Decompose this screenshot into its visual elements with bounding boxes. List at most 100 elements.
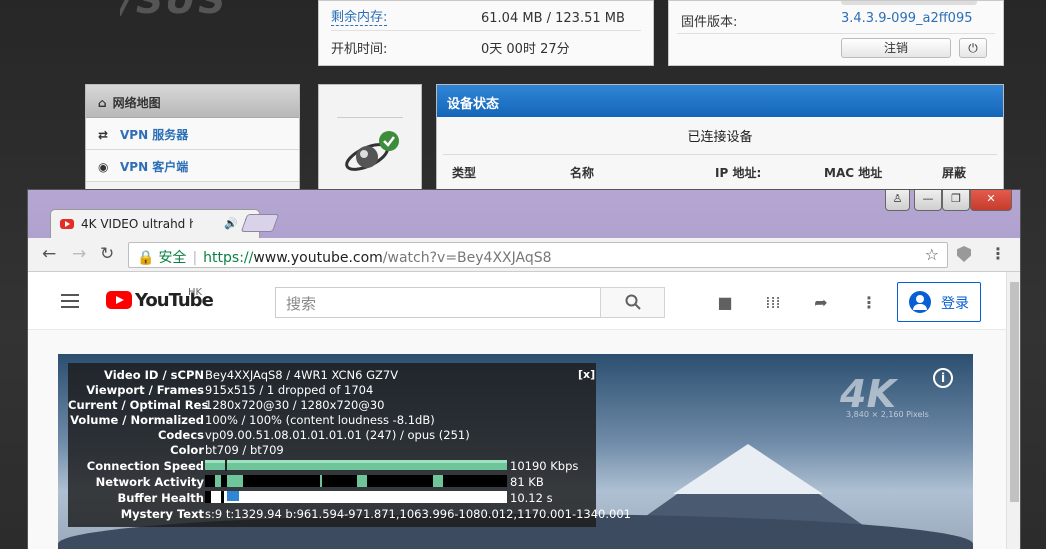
close-window-button[interactable]: ✕	[970, 190, 1012, 211]
stats-row: Color bt709 / bt709	[68, 443, 596, 458]
column-mac: MAC 地址	[824, 166, 883, 180]
search-icon	[625, 294, 641, 310]
stats-row: Volume / Normalized 100% / 100% (content …	[68, 413, 596, 428]
power-button[interactable]: ⏻	[959, 38, 987, 58]
device-status-panel: 设备状态 已连接设备 类型 名称 IP 地址: MAC 地址 屏蔽	[436, 84, 1004, 194]
firmware-panel: 固件版本: 3.4.3.9-099_a2ff095 注销 ⏻	[668, 0, 1004, 66]
home-icon: ⌂	[98, 96, 107, 110]
buffer-health-graph	[205, 491, 507, 503]
stats-row: Current / Optimal Res 1280x720@30 / 1280x…	[68, 398, 596, 413]
browser-menu-icon[interactable]: ⋮	[990, 244, 1006, 263]
sign-in-button[interactable]: 登录	[897, 282, 981, 322]
maximize-button[interactable]: ❐	[942, 190, 970, 211]
minimize-icon: —	[922, 192, 934, 205]
user-icon: ♙	[892, 192, 903, 205]
settings-menu-icon[interactable]: ⋮	[860, 293, 878, 312]
minimize-button[interactable]: —	[914, 190, 942, 211]
logout-button[interactable]: 注销	[841, 38, 951, 58]
url-path: /watch?v=Bey4XXJAqS8	[382, 250, 552, 266]
address-bar[interactable]: 🔒 安全 | https://www.youtube.com/watch?v=Bey4…	[128, 242, 948, 268]
stats-row: Viewport / Frames 915x515 / 1 dropped of …	[68, 383, 596, 398]
internet-status-icon[interactable]	[341, 129, 401, 181]
tab-youtube-video[interactable]: 4K VIDEO ultrahd hdr sony 4K VIDEOS demo…	[50, 209, 260, 238]
connected-devices-heading: 已连接设备	[443, 117, 997, 155]
forward-arrow-icon[interactable]: →	[72, 244, 86, 264]
stats-label: Color	[170, 443, 204, 457]
column-type: 类型	[452, 166, 477, 180]
stats-value: 10190 Kbps	[510, 459, 579, 473]
menu-item-vpn-server[interactable]: ⇄ VPN 服务器	[86, 118, 299, 150]
url-separator: |	[192, 250, 198, 266]
memory-label[interactable]: 剩余内存:	[331, 11, 388, 26]
stats-row: Video ID / sCPN Bey4XXJAqS8 / 4WR1 XCN6 G…	[68, 368, 596, 383]
tab-title: 4K VIDEO ultrahd hdr sony 4K VIDEOS demo	[81, 217, 193, 231]
stats-value: 10.12 s	[510, 491, 553, 505]
bookmark-star-icon[interactable]: ☆	[925, 245, 939, 264]
account-icon	[909, 291, 931, 313]
uptime-value: 0天 00时 27分	[481, 42, 570, 57]
power-icon: ⏻	[968, 41, 978, 55]
menu-header[interactable]: ⌂ 网络地图	[86, 85, 299, 118]
divider	[677, 33, 995, 34]
divider	[337, 117, 403, 118]
tab-strip: 4K VIDEO ultrahd hdr sony 4K VIDEOS demo…	[28, 190, 1020, 238]
reload-icon[interactable]: ↻	[100, 244, 114, 264]
stats-value: 915x515 / 1 dropped of 1704	[205, 383, 374, 397]
sign-in-label: 登录	[941, 296, 969, 312]
upload-video-icon[interactable]: ■	[716, 293, 734, 312]
info-card-icon[interactable]: i	[933, 368, 953, 388]
video-resolution-caption: 3,840 × 2,160 Pixels	[846, 410, 929, 419]
device-table-header: 类型 名称 IP 地址: MAC 地址 屏蔽	[437, 155, 1003, 185]
apps-grid-icon[interactable]: ⁞⁞⁞	[764, 293, 782, 312]
firmware-version-link[interactable]: 3.4.3.9-099_a2ff095	[841, 11, 973, 26]
stats-label: Buffer Health	[117, 491, 204, 505]
memory-row: 剩余内存: 61.04 MB / 123.51 MB	[331, 7, 641, 31]
share-icon[interactable]: ➦	[812, 293, 830, 312]
menu-item-vpn-client[interactable]: ◉ VPN 客户端	[86, 150, 299, 182]
stats-row: Codecs vp09.00.51.08.01.01.01.01 (247) / …	[68, 428, 596, 443]
scrollbar-thumb[interactable]	[1010, 282, 1019, 502]
page-content: YouTube HK 搜索 ■ ⁞⁞⁞ ➦ ⋮ 登录 4K 3,840 × 2,…	[28, 272, 1020, 549]
search-button[interactable]	[600, 287, 665, 318]
network-map-panel	[318, 84, 422, 194]
mountain-snow	[673, 444, 823, 494]
page-scrollbar[interactable]	[1006, 272, 1020, 549]
stats-label: Mystery Text	[120, 507, 204, 521]
url-scheme: https://	[203, 250, 254, 266]
video-player[interactable]: 4K 3,840 × 2,160 Pixels i [x] Video ID /…	[58, 354, 973, 549]
profile-button[interactable]: ♙	[885, 190, 910, 211]
youtube-header: YouTube HK 搜索 ■ ⁞⁞⁞ ➦ ⋮ 登录	[28, 272, 1006, 330]
stats-value: 100% / 100% (content loudness -8.1dB)	[205, 413, 435, 427]
new-tab-button[interactable]	[240, 214, 280, 232]
audio-playing-icon[interactable]: 🔊	[224, 217, 238, 230]
firmware-label: 固件版本:	[681, 15, 738, 30]
uptime-label: 开机时间:	[331, 42, 388, 57]
stats-value: Bey4XXJAqS8 / 4WR1 XCN6 GZ7V	[205, 368, 399, 382]
stats-label: Network Activity	[95, 475, 204, 489]
stats-label: Volume / Normalized	[70, 413, 204, 427]
lock-icon: 🔒	[137, 250, 155, 266]
column-ip: IP 地址:	[715, 166, 762, 180]
stats-row-buffer-health: Buffer Health 10.12 s	[68, 491, 596, 506]
stats-for-nerds-panel: [x] Video ID / sCPN Bey4XXJAqS8 / 4WR1 XC…	[68, 363, 631, 527]
stats-label: Current / Optimal Res	[68, 398, 209, 412]
stats-row-network-activity: Network Activity 81 KB	[68, 475, 596, 490]
column-name: 名称	[570, 166, 595, 180]
menu-item-label: VPN 客户端	[120, 160, 189, 174]
url-host: www.youtube.com	[253, 250, 383, 266]
restore-icon: ❐	[951, 192, 961, 205]
browser-window: 4K VIDEO ultrahd hdr sony 4K VIDEOS demo…	[27, 189, 1021, 549]
network-activity-graph	[205, 475, 507, 487]
extension-shield-icon[interactable]	[957, 246, 971, 262]
search-input[interactable]: 搜索	[275, 287, 601, 318]
stats-value: s:9 t:1329.94 b:961.594-971.871,1063.996…	[205, 507, 631, 521]
column-block: 屏蔽	[942, 166, 967, 180]
browser-toolbar: ← → ↻ 🔒 安全 | https://www.youtube.com/watch?…	[28, 238, 1020, 272]
stats-value: 1280x720@30 / 1280x720@30	[205, 398, 385, 412]
top-button-edge	[841, 1, 977, 5]
hamburger-menu-icon[interactable]	[61, 294, 79, 308]
youtube-logo-icon[interactable]	[106, 291, 132, 309]
region-code: HK	[188, 287, 203, 298]
secure-label: 安全	[158, 250, 187, 266]
back-arrow-icon[interactable]: ←	[42, 244, 56, 264]
